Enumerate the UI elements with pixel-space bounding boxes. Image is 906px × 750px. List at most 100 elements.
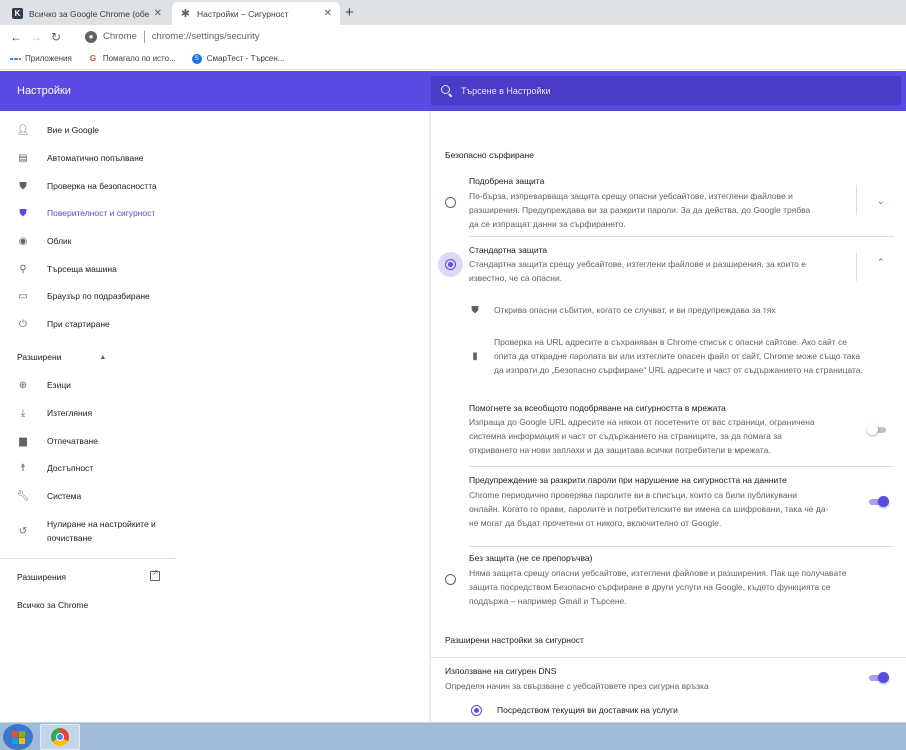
help-improve-desc-line: Изпраща до Google URL адресите на някои … bbox=[469, 417, 815, 427]
enhanced-desc-line: По-бърза, изпреварваща защита срещу опас… bbox=[469, 191, 793, 201]
password-warning-desc-line: онлайн. Когато го прави, паролите и потр… bbox=[469, 504, 829, 514]
taskbar-chrome-button[interactable] bbox=[40, 724, 80, 750]
search-placeholder: Търсене в Настройки bbox=[461, 85, 551, 96]
sidebar-item-label: При стартиране bbox=[47, 319, 110, 329]
page-title: Настройки bbox=[17, 85, 71, 97]
bookmark-label: Приложения bbox=[25, 54, 72, 63]
tab-about-chrome[interactable]: K Всичко за Google Chrome (обе ✕ bbox=[4, 2, 170, 25]
url-check-line: опита да открадне паролата ви или изтегл… bbox=[494, 351, 861, 361]
forward-arrow-icon[interactable]: → bbox=[26, 30, 46, 44]
sidebar-item-search-engine[interactable]: ⚲ Търсеща машина bbox=[0, 257, 175, 281]
sidebar-item-printing[interactable]: ▆ Отпечатване bbox=[0, 429, 175, 453]
password-warning-desc-line: не могат да бъдат прочетени от никого, в… bbox=[469, 518, 722, 528]
google-icon: G bbox=[89, 54, 96, 63]
row-divider bbox=[469, 236, 894, 237]
help-improve-toggle[interactable] bbox=[867, 424, 889, 436]
sidebar-about-chrome-link[interactable]: Всичко за Chrome bbox=[17, 600, 88, 610]
url-check-line: Проверка на URL адресите в съхраняван в … bbox=[494, 337, 848, 347]
sidebar-item-label: Изтегляния bbox=[47, 408, 93, 418]
help-improve-desc-line: системна информация и част от съдържание… bbox=[469, 431, 782, 441]
sidebar-item-on-startup[interactable]: ⏻ При стартиране bbox=[0, 312, 175, 336]
section-title-safe-browsing: Безопасно сърфиране bbox=[445, 150, 534, 160]
sidebar-item-you-and-google[interactable]: 👤︎ Вие и Google bbox=[0, 118, 175, 142]
radio-standard-protection[interactable] bbox=[445, 259, 456, 270]
standard-sub-realtime: Открива опасни събития, когато се случва… bbox=[494, 305, 776, 315]
tab-title: Настройки – Сигурност bbox=[197, 8, 289, 19]
sidebar-item-downloads[interactable]: ⤓ Изтегляния bbox=[0, 401, 175, 425]
enhanced-desc-line: разширения. Предупреждава ви за разкрити… bbox=[469, 205, 811, 215]
bookmark-pomagalo[interactable]: G Помагало по исто... bbox=[88, 54, 176, 64]
advanced-section-toggle[interactable]: Разширени ▲ bbox=[17, 352, 162, 362]
windows-taskbar bbox=[0, 722, 906, 750]
address-bar[interactable]: ● Chrome chrome://settings/security bbox=[79, 27, 899, 46]
radio-no-protection[interactable] bbox=[445, 574, 456, 585]
sidebar-extensions-link[interactable]: Разширения bbox=[17, 572, 66, 582]
bookmark-apps[interactable]: Приложения bbox=[10, 54, 72, 64]
sidebar-item-accessibility[interactable]: ☨ Достъпност bbox=[0, 456, 175, 480]
sidebar-item-appearance[interactable]: ◉ Облик bbox=[0, 229, 175, 253]
chrome-chip: Chrome bbox=[103, 31, 137, 42]
standard-title: Стандартна защита bbox=[469, 245, 548, 255]
caret-up-icon: ▲ bbox=[99, 353, 107, 361]
chevron-down-icon[interactable]: ⌄ bbox=[877, 196, 885, 207]
sidebar-item-reset[interactable]: ↺ Нулиране на настройките и почистване bbox=[0, 515, 175, 547]
url-check-line: да изпрати до „Безопасно сърфиране“ URL … bbox=[494, 365, 863, 375]
secure-dns-toggle[interactable] bbox=[867, 672, 889, 684]
vertical-separator bbox=[856, 185, 857, 215]
privacy-shield-icon: ⛊ bbox=[19, 207, 27, 219]
reload-icon[interactable]: ↻ bbox=[46, 30, 66, 44]
password-warning-desc-line: Chrome периодично проверява паролите ви … bbox=[469, 490, 798, 500]
windows-logo-icon bbox=[11, 730, 25, 744]
sidebar-item-label: Поверителност и сигурност bbox=[47, 208, 156, 218]
sidebar-item-default-browser[interactable]: ▭ Браузър по подразбиране bbox=[0, 284, 175, 308]
sidebar: 👤︎ Вие и Google ▤ Автоматично попълване … bbox=[0, 111, 175, 722]
sidebar-item-label: Нулиране на настройките и почистване bbox=[47, 517, 156, 545]
sidebar-item-languages[interactable]: ⊕ Езици bbox=[0, 373, 175, 397]
open-external-icon[interactable] bbox=[150, 568, 160, 581]
reset-label-line2: почистване bbox=[47, 533, 93, 543]
sidebar-item-label: Система bbox=[47, 491, 82, 501]
secure-dns-description: Определя начин за свързване с уебсайтове… bbox=[445, 681, 709, 691]
no-protection-desc-line: поддържа – например Gmail и Търсене. bbox=[469, 596, 627, 606]
sidebar-item-label: Търсеща машина bbox=[47, 264, 117, 274]
sidebar-item-safety-check[interactable]: ⛊ Проверка на безопасността bbox=[0, 174, 175, 198]
back-arrow-icon[interactable]: ← bbox=[6, 30, 26, 44]
enhanced-desc-line: да се изпращат данни за сърфирането. bbox=[469, 219, 626, 229]
radio-current-provider[interactable] bbox=[471, 705, 482, 716]
standard-desc-line: известно, че са опасни. bbox=[469, 273, 563, 283]
bar-chart-icon: ▮ bbox=[472, 350, 478, 362]
globe-icon: ⊕ bbox=[18, 379, 28, 391]
windows-start-button[interactable] bbox=[3, 724, 33, 750]
password-warning-toggle[interactable] bbox=[867, 496, 889, 508]
url-text[interactable]: chrome://settings/security bbox=[152, 31, 260, 42]
row-divider bbox=[469, 466, 894, 467]
standard-sub-url-check: Проверка на URL адресите в съхраняван в … bbox=[494, 335, 894, 377]
person-icon: 👤︎ bbox=[16, 124, 30, 136]
tab-settings-security[interactable]: ✱ Настройки – Сигурност ✕ bbox=[172, 2, 340, 25]
accessibility-icon: ☨ bbox=[20, 462, 26, 474]
site-info-icon[interactable]: ● bbox=[85, 30, 97, 43]
settings-search-input[interactable]: Търсене в Настройки bbox=[431, 76, 901, 105]
bookmark-smartest[interactable]: S СмарТест - Търсен... bbox=[191, 53, 285, 64]
sidebar-item-privacy-security[interactable]: ⛊ Поверителност и сигурност bbox=[0, 201, 175, 225]
search-icon bbox=[441, 84, 453, 97]
sidebar-item-label: Вие и Google bbox=[47, 125, 100, 135]
bookmark-label: СмарТест - Търсен... bbox=[206, 54, 285, 63]
radio-enhanced-protection[interactable] bbox=[445, 197, 456, 208]
close-icon[interactable]: ✕ bbox=[324, 8, 332, 19]
standard-description: Стандартна защита срещу уебсайтове, изте… bbox=[469, 257, 847, 285]
apps-icon bbox=[10, 54, 20, 64]
close-icon[interactable]: ✕ bbox=[154, 8, 162, 19]
new-tab-icon[interactable]: + bbox=[345, 4, 354, 21]
sidebar-item-autofill[interactable]: ▤ Автоматично попълване bbox=[0, 146, 175, 170]
browser-icon: ▭ bbox=[18, 290, 28, 302]
help-improve-desc-line: откриването на нови заплахи и да защитав… bbox=[469, 445, 771, 455]
chevron-up-icon[interactable]: ⌃ bbox=[877, 257, 885, 268]
toggle-knob bbox=[878, 672, 889, 683]
page-background bbox=[175, 111, 431, 722]
toggle-knob bbox=[878, 496, 889, 507]
sidebar-item-system[interactable]: 🔧︎ Система bbox=[0, 484, 175, 508]
toolbar: ← → ↻ ● Chrome chrome://settings/securit… bbox=[0, 25, 906, 48]
vertical-separator bbox=[856, 253, 857, 281]
download-icon: ⤓ bbox=[20, 407, 26, 419]
